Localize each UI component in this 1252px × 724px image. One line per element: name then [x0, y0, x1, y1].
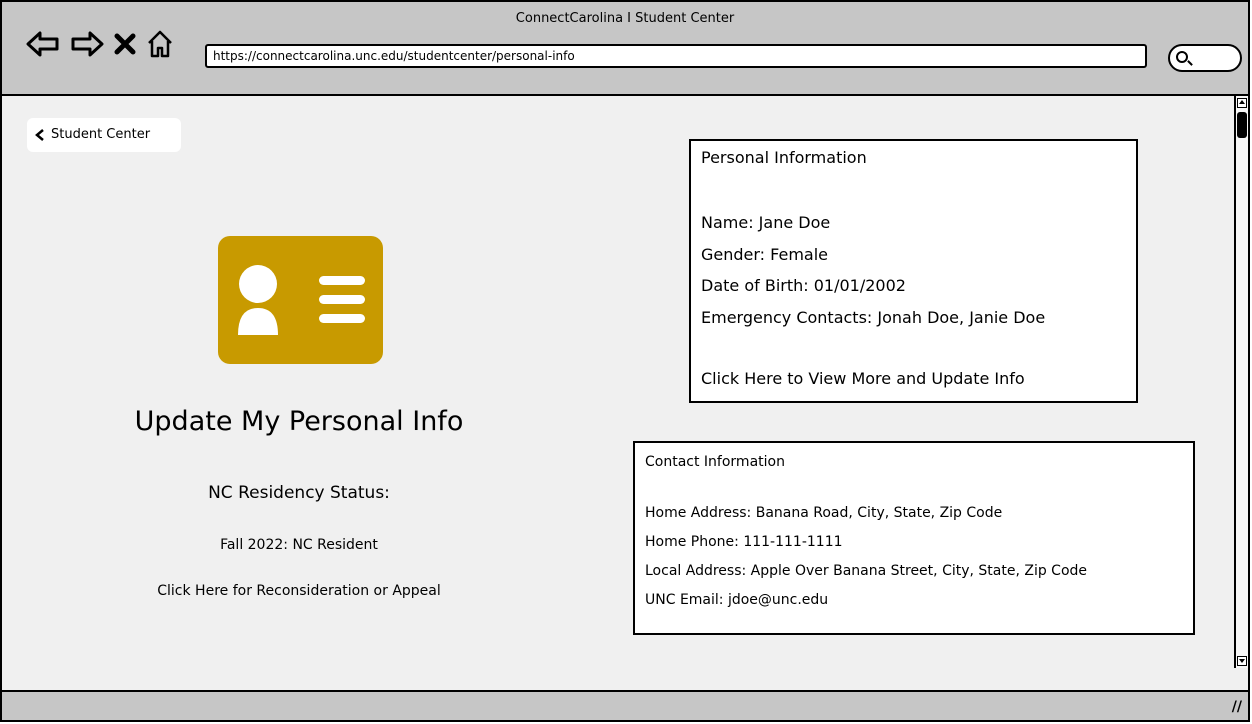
browser-titlebar: ConnectCarolina I Student Center https:/… [2, 2, 1248, 96]
forward-arrow-icon[interactable] [70, 30, 104, 58]
contact-information-panel: Contact Information Home Address: Banana… [633, 441, 1195, 635]
window-title: ConnectCarolina I Student Center [515, 11, 735, 26]
contact-information-heading: Contact Information [645, 454, 785, 470]
url-bar[interactable]: https://connectcarolina.unc.edu/studentc… [205, 44, 1147, 68]
scroll-down-icon[interactable] [1237, 656, 1247, 666]
residency-status-label: NC Residency Status: [208, 483, 390, 503]
chevron-left-icon [35, 129, 44, 141]
scroll-thumb[interactable] [1237, 112, 1247, 138]
view-more-update-link[interactable]: Click Here to View More and Update Info [701, 363, 1126, 395]
browser-nav [26, 29, 174, 59]
stop-icon[interactable] [114, 32, 136, 56]
back-arrow-icon[interactable] [26, 30, 60, 58]
id-card-icon [218, 236, 383, 364]
vertical-scrollbar[interactable] [1234, 96, 1248, 668]
home-icon[interactable] [146, 29, 174, 59]
home-address-field: Home Address: Banana Road, City, State, … [645, 505, 1003, 521]
student-center-back-button[interactable]: Student Center [27, 118, 181, 152]
gender-field: Gender: Female [701, 244, 829, 264]
page-title: Update My Personal Info [134, 406, 464, 437]
browser-window: ConnectCarolina I Student Center https:/… [0, 0, 1250, 722]
scroll-up-icon[interactable] [1237, 98, 1247, 108]
reconsideration-appeal-link[interactable]: Click Here for Reconsideration or Appeal [2, 583, 596, 599]
home-phone-field: Home Phone: 111-111-1111 [645, 534, 843, 550]
unc-email-field: UNC Email: jdoe@unc.edu [645, 592, 829, 608]
back-button-label: Student Center [51, 127, 151, 142]
search-input[interactable] [1168, 44, 1242, 72]
browser-statusbar: // [2, 690, 1248, 720]
personal-information-heading: Personal Information [701, 148, 867, 167]
emergency-contacts-field: Emergency Contacts: Jonah Doe, Janie Doe [701, 307, 1046, 327]
local-address-field: Local Address: Apple Over Banana Street,… [645, 563, 1088, 579]
search-icon [1176, 51, 1188, 63]
name-field: Name: Jane Doe [701, 213, 831, 232]
dob-field: Date of Birth: 01/01/2002 [701, 276, 906, 295]
personal-information-panel: Personal Information Name: Jane Doe Gend… [689, 139, 1138, 403]
resize-grip-icon[interactable]: // [1232, 699, 1242, 715]
residency-status-value: Fall 2022: NC Resident [220, 537, 378, 553]
